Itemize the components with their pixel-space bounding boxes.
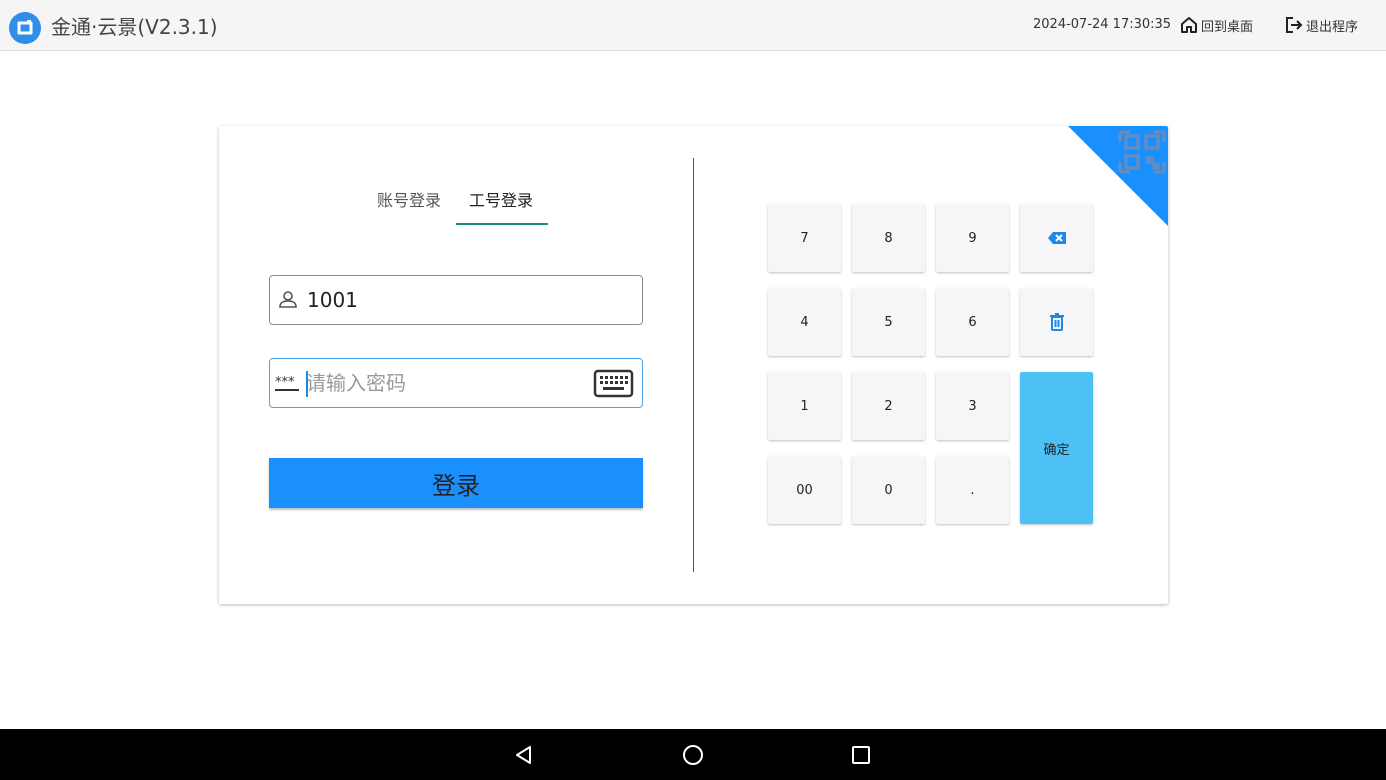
- employee-id-field[interactable]: 1001: [269, 275, 643, 325]
- keypad-key-7[interactable]: 7: [768, 204, 841, 272]
- login-card: 账号登录 工号登录 1001 *** 登录 7 8 9 4 5 6 1 2 3 …: [219, 126, 1168, 604]
- active-tab-indicator: [456, 223, 548, 225]
- keypad-key-8[interactable]: 8: [852, 204, 925, 272]
- password-input[interactable]: [306, 367, 586, 399]
- current-datetime: 2024-07-24 17:30:35: [1033, 17, 1172, 32]
- back-to-desktop-label: 回到桌面: [1201, 19, 1254, 35]
- trash-icon: [1049, 313, 1064, 331]
- keyboard-icon[interactable]: [593, 368, 634, 399]
- recents-square-icon[interactable]: [849, 743, 873, 767]
- keypad-backspace-button[interactable]: [1020, 204, 1093, 272]
- keypad-key-4[interactable]: 4: [768, 288, 841, 356]
- back-to-desktop-button[interactable]: 回到桌面: [1180, 13, 1253, 37]
- keypad-key-2[interactable]: 2: [852, 372, 925, 440]
- login-button[interactable]: 登录: [269, 458, 643, 508]
- app-logo-icon: [9, 12, 41, 44]
- app-title: 金通·云景(V2.3.1): [51, 15, 218, 39]
- top-bar: 金通·云景(V2.3.1) 2024-07-24 17:30:35 回到桌面 退…: [0, 0, 1386, 51]
- back-triangle-icon[interactable]: [512, 743, 536, 767]
- backspace-icon: [1047, 232, 1066, 244]
- password-field[interactable]: ***: [269, 358, 643, 408]
- keypad-key-9[interactable]: 9: [936, 204, 1009, 272]
- svg-text:***: ***: [275, 375, 295, 390]
- keypad-clear-button[interactable]: [1020, 288, 1093, 356]
- keypad-confirm-button[interactable]: 确定: [1020, 372, 1093, 524]
- employee-id-value: 1001: [307, 288, 358, 312]
- keypad-key-5[interactable]: 5: [852, 288, 925, 356]
- system-navigation-bar: [0, 729, 1386, 780]
- home-icon: [1181, 17, 1197, 33]
- tab-account-login[interactable]: 账号登录: [377, 189, 441, 213]
- keypad-key-6[interactable]: 6: [936, 288, 1009, 356]
- home-circle-icon[interactable]: [681, 743, 705, 767]
- exit-program-label: 退出程序: [1306, 19, 1359, 35]
- text-cursor: [306, 371, 308, 397]
- keypad-key-0[interactable]: 0: [852, 456, 925, 524]
- logout-icon: [1286, 17, 1303, 33]
- keypad-key-1[interactable]: 1: [768, 372, 841, 440]
- exit-program-button[interactable]: 退出程序: [1285, 13, 1358, 37]
- keypad-key-3[interactable]: 3: [936, 372, 1009, 440]
- password-icon: ***: [275, 375, 299, 391]
- panel-divider: [693, 158, 694, 572]
- user-icon: [279, 291, 297, 308]
- tab-employee-id-login[interactable]: 工号登录: [469, 189, 533, 213]
- keypad-key-dot[interactable]: .: [936, 456, 1009, 524]
- keypad-key-00[interactable]: 00: [768, 456, 841, 524]
